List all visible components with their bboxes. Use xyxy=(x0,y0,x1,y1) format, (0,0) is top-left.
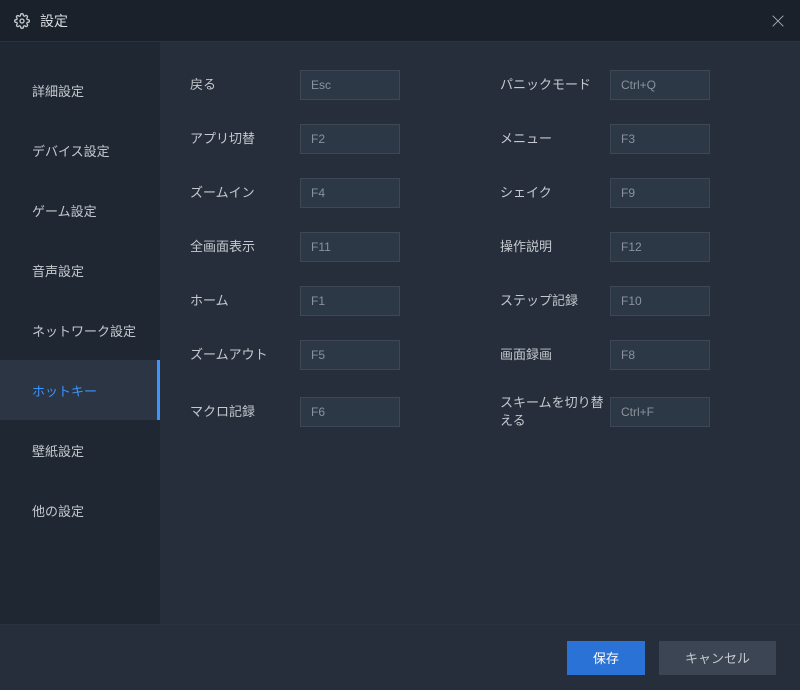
sidebar-item[interactable]: ゲーム設定 xyxy=(0,180,160,240)
hotkey-label: ステップ記録 xyxy=(500,292,610,310)
hotkey-label: マクロ記録 xyxy=(190,403,300,421)
hotkey-label: 操作説明 xyxy=(500,238,610,256)
close-icon[interactable] xyxy=(770,13,786,29)
hotkey-field: マクロ記録F6 xyxy=(190,394,460,429)
hotkey-input[interactable]: F11 xyxy=(300,232,400,262)
hotkey-label: アプリ切替 xyxy=(190,130,300,148)
sidebar-item[interactable]: 詳細設定 xyxy=(0,60,160,120)
footer: 保存 キャンセル xyxy=(0,624,800,690)
sidebar: 詳細設定デバイス設定ゲーム設定音声設定ネットワーク設定ホットキー壁紙設定他の設定 xyxy=(0,42,160,624)
hotkey-input[interactable]: Esc xyxy=(300,70,400,100)
hotkey-input[interactable]: F3 xyxy=(610,124,710,154)
sidebar-item[interactable]: 壁紙設定 xyxy=(0,420,160,480)
hotkey-input[interactable]: Ctrl+F xyxy=(610,397,710,427)
sidebar-item[interactable]: ネットワーク設定 xyxy=(0,300,160,360)
hotkey-field: アプリ切替F2 xyxy=(190,124,460,154)
hotkey-input[interactable]: F4 xyxy=(300,178,400,208)
hotkey-input[interactable]: F5 xyxy=(300,340,400,370)
hotkey-label: ズームアウト xyxy=(190,346,300,364)
sidebar-item[interactable]: ホットキー xyxy=(0,360,160,420)
hotkey-label: 画面録画 xyxy=(500,346,610,364)
hotkey-input[interactable]: F6 xyxy=(300,397,400,427)
sidebar-item[interactable]: 他の設定 xyxy=(0,480,160,540)
hotkey-label: 全画面表示 xyxy=(190,238,300,256)
hotkey-field: シェイクF9 xyxy=(500,178,770,208)
hotkey-label: シェイク xyxy=(500,184,610,202)
hotkey-input[interactable]: F9 xyxy=(610,178,710,208)
hotkey-field: 操作説明F12 xyxy=(500,232,770,262)
hotkey-input[interactable]: F1 xyxy=(300,286,400,316)
hotkey-label: ホーム xyxy=(190,292,300,310)
hotkey-label: 戻る xyxy=(190,76,300,94)
hotkey-label: メニュー xyxy=(500,130,610,148)
save-button[interactable]: 保存 xyxy=(567,641,645,675)
hotkey-label: スキームを切り替える xyxy=(500,394,610,429)
hotkey-label: ズームイン xyxy=(190,184,300,202)
hotkey-input[interactable]: Ctrl+Q xyxy=(610,70,710,100)
cancel-button[interactable]: キャンセル xyxy=(659,641,776,675)
hotkey-field: 画面録画F8 xyxy=(500,340,770,370)
hotkey-input[interactable]: F8 xyxy=(610,340,710,370)
hotkey-field: ズームアウトF5 xyxy=(190,340,460,370)
hotkey-field: ステップ記録F10 xyxy=(500,286,770,316)
hotkey-input[interactable]: F12 xyxy=(610,232,710,262)
hotkey-field: ホームF1 xyxy=(190,286,460,316)
hotkey-field: ズームインF4 xyxy=(190,178,460,208)
hotkey-label: パニックモード xyxy=(500,76,610,94)
hotkey-input[interactable]: F10 xyxy=(610,286,710,316)
window-title: 設定 xyxy=(40,11,68,31)
gear-icon xyxy=(14,13,30,29)
hotkey-field: パニックモードCtrl+Q xyxy=(500,70,770,100)
hotkey-panel: 戻るEsc パニックモードCtrl+Q アプリ切替F2 メニューF3 ズームインF4 シェ… xyxy=(160,42,800,624)
hotkey-input[interactable]: F2 xyxy=(300,124,400,154)
hotkey-field: スキームを切り替えるCtrl+F xyxy=(500,394,770,429)
sidebar-item[interactable]: 音声設定 xyxy=(0,240,160,300)
hotkey-field: 戻るEsc xyxy=(190,70,460,100)
hotkey-field: メニューF3 xyxy=(500,124,770,154)
titlebar: 設定 xyxy=(0,0,800,42)
hotkey-field: 全画面表示F11 xyxy=(190,232,460,262)
sidebar-item[interactable]: デバイス設定 xyxy=(0,120,160,180)
